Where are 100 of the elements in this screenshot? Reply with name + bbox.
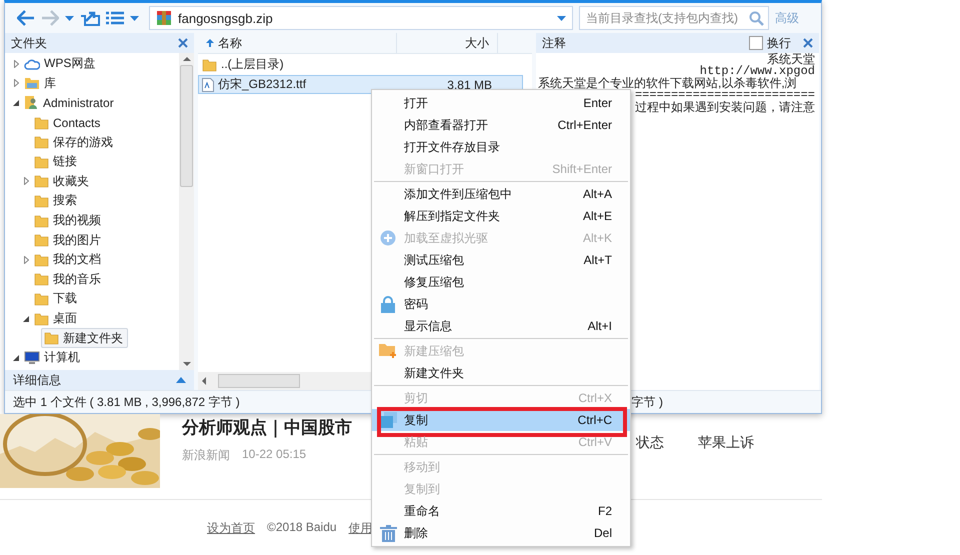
folder-tree-item[interactable]: 新建文件夹: [41, 328, 128, 348]
checkbox-label: 换行: [767, 34, 791, 52]
folder-icon: [34, 272, 49, 286]
folder-icon: [202, 58, 217, 72]
folder-icon: [34, 154, 49, 169]
shortcut-text: Alt+E: [582, 209, 612, 223]
folder-tree-item[interactable]: 搜索: [31, 190, 82, 211]
menu-item[interactable]: 新建文件夹: [372, 362, 630, 384]
folder-plus-icon: [379, 343, 397, 359]
menu-item[interactable]: 打开 Enter: [372, 92, 630, 114]
pane-title: 注释: [542, 34, 567, 52]
address-field[interactable]: fangosngsgb.zip: [149, 6, 573, 30]
vertical-scrollbar[interactable]: [179, 53, 194, 370]
footer-link[interactable]: 设为首页: [207, 520, 255, 537]
shortcut-text: Alt+K: [582, 231, 612, 245]
status-text: 字节 ): [632, 394, 663, 410]
column-header[interactable]: 名称: [198, 33, 397, 53]
expanded-arrow-icon[interactable]: [13, 100, 19, 106]
search-field[interactable]: 当前目录查找(支持包内查找): [579, 6, 769, 30]
caret-icon[interactable]: [65, 16, 74, 20]
file-size: 3.81 MB: [446, 78, 492, 92]
collapsed-arrow-icon[interactable]: [14, 79, 18, 88]
folder-icon: [34, 194, 49, 208]
expanded-arrow-icon[interactable]: [13, 354, 19, 361]
menu-item[interactable]: 删除 Del: [372, 522, 630, 544]
trash-icon: [380, 524, 396, 542]
dropdown-caret-icon[interactable]: [557, 16, 566, 20]
folder-tree-item[interactable]: 我的音乐: [31, 269, 106, 290]
status-text: 选中 1 个文件 ( 3.81 MB , 3,996,872 字节 ): [13, 394, 240, 410]
folder-tree-item[interactable]: 桌面: [31, 308, 82, 329]
shortcut-text: F2: [598, 504, 612, 518]
news-headline[interactable]: 分析师观点｜中国股市: [182, 416, 352, 439]
folder-icon: [34, 174, 49, 188]
folder-tree-item[interactable]: Contacts: [31, 112, 106, 133]
folder-icon: [34, 312, 49, 326]
folder-icon: [34, 116, 49, 130]
collapsed-arrow-icon[interactable]: [24, 177, 28, 186]
folder-tree-item[interactable]: 库: [21, 73, 61, 94]
comment-line: http://www.xpgod: [700, 65, 815, 77]
details-bar[interactable]: 详细信息: [5, 370, 194, 390]
menu-item[interactable]: 显示信息 Alt+I: [372, 315, 630, 337]
search-icon[interactable]: [749, 10, 764, 26]
archive-icon: [156, 10, 172, 26]
plus-circle-icon: [380, 230, 396, 246]
news-tag[interactable]: 状态: [636, 434, 664, 499]
wrap-checkbox[interactable]: [749, 36, 763, 50]
collapse-arrow-icon[interactable]: [176, 377, 186, 383]
library-folder-icon: [24, 76, 40, 90]
folder-tree-item[interactable]: 收藏夹: [31, 171, 94, 192]
menu-item[interactable]: 密码: [372, 293, 630, 315]
news-source: 新浪新闻: [182, 447, 230, 464]
comment-line: 系统天堂是个专业的软件下载网站,以杀毒软件,浏: [538, 77, 797, 89]
menu-item[interactable]: 测试压缩包 Alt+T: [372, 249, 630, 271]
menu-item[interactable]: 解压到指定文件夹 Alt+E: [372, 205, 630, 227]
details-label: 详细信息: [13, 372, 61, 388]
pane-title: 文件夹: [11, 34, 48, 52]
collapsed-arrow-icon[interactable]: [24, 256, 28, 264]
footer-link[interactable]: 使用: [348, 520, 373, 537]
close-button[interactable]: [803, 38, 813, 48]
file-name: ..(上层目录): [221, 56, 284, 73]
font-file-icon: [202, 78, 214, 92]
computer-icon: [24, 351, 40, 364]
folder-tree-item[interactable]: 下载: [31, 288, 82, 309]
shortcut-text: Alt+A: [582, 187, 612, 201]
folder-tree-item[interactable]: 链接: [31, 152, 82, 172]
news-tag[interactable]: 苹果上诉: [698, 434, 754, 499]
comment-line: =========================: [634, 89, 815, 101]
folder-tree-item[interactable]: 计算机: [21, 348, 85, 368]
folder-tree-item[interactable]: WPS网盘: [21, 54, 100, 74]
lock-icon: [381, 296, 395, 312]
menu-item[interactable]: 内部查看器打开 Ctrl+Enter: [372, 114, 630, 136]
shortcut-text: Ctrl+V: [578, 435, 612, 449]
close-button[interactable]: [178, 38, 188, 48]
folder-icon: [34, 214, 49, 228]
shortcut-text: Ctrl+Enter: [558, 118, 612, 132]
menu-item[interactable]: 打开文件存放目录: [372, 136, 630, 158]
shortcut-text: Shift+Enter: [552, 162, 612, 176]
menu-item[interactable]: 重命名 F2: [372, 500, 630, 522]
user-folder-icon: [24, 95, 39, 110]
caret-icon[interactable]: [130, 16, 139, 20]
folder-tree-item[interactable]: Administrator: [21, 92, 119, 113]
folder-tree-item[interactable]: 我的文档: [31, 250, 106, 270]
folder-tree-item[interactable]: 我的图片: [31, 230, 106, 250]
folder-icon: [34, 233, 49, 248]
cloud-icon: [24, 58, 40, 70]
column-header[interactable]: 大小: [397, 33, 498, 53]
folder-icon: [34, 135, 49, 150]
file-row[interactable]: ..(上层目录): [198, 55, 523, 74]
menu-item[interactable]: 添加文件到压缩包中 Alt+A: [372, 183, 630, 205]
shortcut-text: Alt+I: [588, 319, 612, 333]
folder-tree-item[interactable]: 我的视频: [31, 210, 106, 231]
shortcut-text: Alt+T: [584, 253, 612, 267]
comment-line: 过程中如果遇到安装问题，请注意: [635, 101, 815, 113]
menu-item[interactable]: 修复压缩包: [372, 271, 630, 293]
expanded-arrow-icon[interactable]: [23, 316, 29, 322]
copyright-text: ©2018 Baidu: [267, 520, 337, 536]
file-name: 仿宋_GB2312.ttf: [218, 76, 306, 93]
folder-tree-item[interactable]: 保存的游戏: [31, 132, 118, 152]
collapsed-arrow-icon[interactable]: [14, 60, 18, 68]
folder-icon: [34, 252, 49, 267]
